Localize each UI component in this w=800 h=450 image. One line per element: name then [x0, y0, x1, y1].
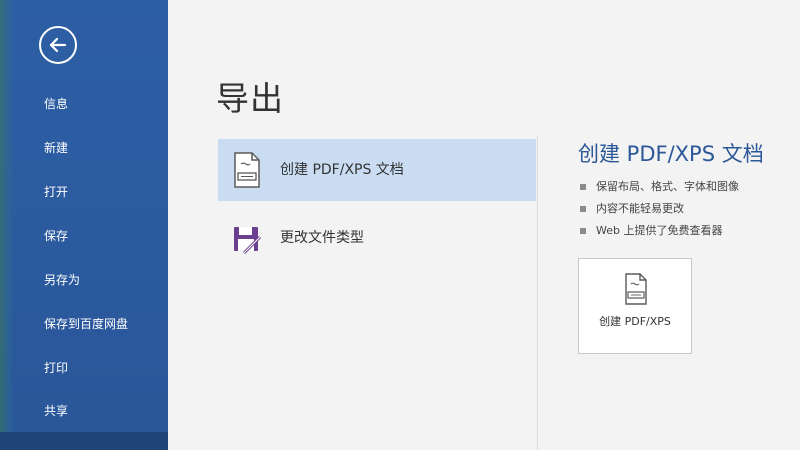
sidebar-item-save[interactable]: 保存	[0, 218, 168, 254]
detail-pane: 创建 PDF/XPS 文档 保留布局、格式、字体和图像 内容不能轻易更改 Web…	[578, 138, 798, 242]
page-title: 导出	[216, 79, 284, 118]
pdf-document-icon	[234, 152, 260, 188]
panel-divider	[537, 135, 538, 450]
sidebar-item-new[interactable]: 新建	[0, 130, 168, 166]
detail-title: 创建 PDF/XPS 文档	[578, 142, 764, 166]
detail-bullet: Web 上提供了免费查看器	[578, 220, 798, 242]
pdf-document-icon	[625, 273, 647, 305]
detail-bullet: 保留布局、格式、字体和图像	[578, 176, 798, 198]
backstage-sidebar: 信息 新建 打开 保存 另存为 保存到百度网盘 打印 共享	[0, 0, 168, 450]
option-label: 更改文件类型	[280, 230, 364, 246]
sidebar-item-export[interactable]	[0, 432, 168, 450]
option-label: 创建 PDF/XPS 文档	[280, 162, 404, 178]
sidebar-item-share[interactable]: 共享	[0, 393, 168, 429]
sidebar-item-info[interactable]: 信息	[0, 86, 168, 122]
option-change-file-type[interactable]: 更改文件类型	[218, 207, 536, 269]
sidebar-item-print[interactable]: 打印	[0, 350, 168, 386]
sidebar-item-open[interactable]: 打开	[0, 174, 168, 210]
backstage-view: 信息 新建 打开 保存 另存为 保存到百度网盘 打印 共享 导出 创建 PDF/…	[0, 0, 800, 450]
back-arrow-icon	[49, 37, 67, 53]
detail-bullet: 内容不能轻易更改	[578, 198, 798, 220]
sidebar-item-save-to-baidu[interactable]: 保存到百度网盘	[0, 306, 168, 342]
sidebar-item-save-as[interactable]: 另存为	[0, 262, 168, 298]
change-file-type-icon	[234, 227, 262, 255]
create-button-label: 创建 PDF/XPS	[599, 315, 671, 328]
export-panel: 导出 创建 PDF/XPS 文档 更改文件类型 创建 PDF/XPS 文档 保留…	[168, 0, 800, 450]
create-pdf-xps-button[interactable]: 创建 PDF/XPS	[578, 258, 692, 354]
option-create-pdf-xps[interactable]: 创建 PDF/XPS 文档	[218, 139, 536, 201]
back-button[interactable]	[39, 26, 77, 64]
